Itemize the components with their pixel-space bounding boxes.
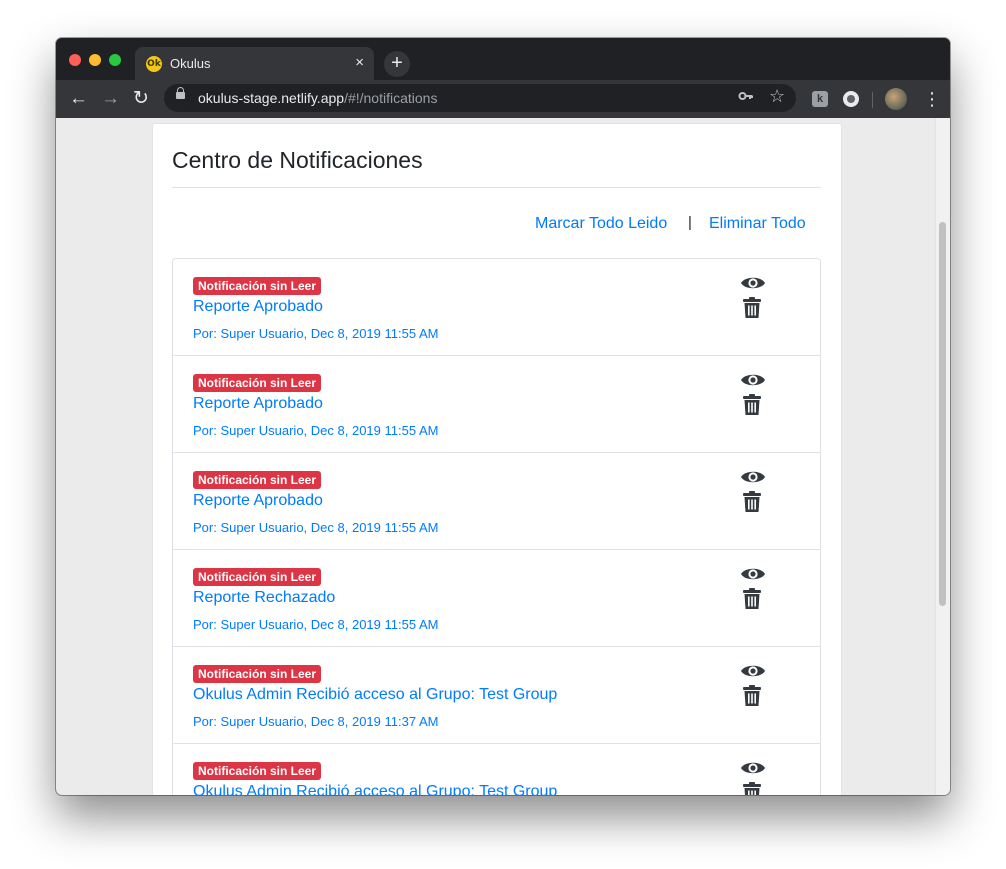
eye-icon[interactable] — [740, 662, 766, 680]
trash-icon[interactable] — [742, 782, 762, 795]
notification-item: Notificación sin Leer Reporte Aprobado P… — [173, 453, 820, 550]
notification-item: Notificación sin Leer Reporte Rechazado … — [173, 550, 820, 647]
eye-icon[interactable] — [740, 371, 766, 389]
notification-list: Notificación sin Leer Reporte Aprobado P… — [172, 258, 821, 795]
new-tab-button[interactable]: + — [384, 51, 410, 77]
notification-item: Notificación sin Leer Okulus Admin Recib… — [173, 744, 820, 795]
tab-title: Okulus — [170, 56, 211, 71]
trash-icon[interactable] — [742, 491, 762, 513]
tab-okulus[interactable]: Ok Okulus × — [135, 47, 374, 80]
eye-icon[interactable] — [740, 759, 766, 777]
trash-icon[interactable] — [742, 394, 762, 416]
back-arrow-icon[interactable]: ← — [69, 88, 88, 110]
page-scrollbar[interactable] — [935, 118, 950, 795]
minimize-window-button[interactable] — [89, 54, 101, 66]
scrollbar-thumb[interactable] — [939, 222, 946, 606]
notification-item: Notificación sin Leer Reporte Aprobado P… — [173, 259, 820, 356]
eye-icon[interactable] — [740, 468, 766, 486]
url-text[interactable]: okulus-stage.netlify.app/#!/notification… — [198, 90, 437, 106]
close-window-button[interactable] — [69, 54, 81, 66]
eye-icon[interactable] — [740, 565, 766, 583]
notification-meta: Por: Super Usuario, Dec 8, 2019 11:55 AM — [193, 520, 439, 535]
notification-title-link[interactable]: Reporte Aprobado — [193, 492, 323, 510]
notification-meta: Por: Super Usuario, Dec 8, 2019 11:55 AM — [193, 617, 439, 632]
page-title: Centro de Notificaciones — [172, 147, 423, 173]
extension-k-icon[interactable]: k — [812, 91, 828, 107]
unread-badge: Notificación sin Leer — [193, 665, 322, 683]
page-viewport: Centro de Notificaciones Marcar Todo Lei… — [56, 118, 950, 795]
reload-icon[interactable]: ↻ — [133, 88, 149, 110]
maximize-window-button[interactable] — [109, 54, 121, 66]
mark-all-read-link[interactable]: Marcar Todo Leido — [535, 215, 667, 233]
notification-meta: Por: Super Usuario, Dec 8, 2019 11:37 AM — [193, 714, 439, 729]
notification-title-link[interactable]: Reporte Aprobado — [193, 298, 323, 316]
actions-separator: | — [688, 214, 692, 231]
okulus-favicon-icon: Ok — [146, 56, 162, 72]
browser-toolbar: ← → ↻ okulus-stage.netlify.app/#!/notifi… — [56, 80, 950, 118]
eye-icon[interactable] — [740, 274, 766, 292]
title-divider — [172, 187, 821, 188]
unread-badge: Notificación sin Leer — [193, 568, 322, 586]
unread-badge: Notificación sin Leer — [193, 762, 322, 780]
trash-icon[interactable] — [742, 588, 762, 610]
notification-meta: Por: Super Usuario, Dec 8, 2019 11:55 AM — [193, 423, 439, 438]
trash-icon[interactable] — [742, 685, 762, 707]
menu-kebab-icon[interactable]: ⋮ — [923, 88, 941, 110]
notification-meta: Por: Super Usuario, Dec 8, 2019 11:55 AM — [193, 326, 439, 341]
notification-title-link[interactable]: Reporte Aprobado — [193, 395, 323, 413]
unread-badge: Notificación sin Leer — [193, 471, 322, 489]
browser-window: Ok Okulus × + ← → ↻ okulus-stage.netlify… — [56, 38, 950, 795]
delete-all-link[interactable]: Eliminar Todo — [709, 215, 806, 233]
notification-title-link[interactable]: Okulus Admin Recibió acceso al Grupo: Te… — [193, 686, 557, 704]
profile-avatar[interactable] — [885, 88, 907, 110]
notification-item: Notificación sin Leer Okulus Admin Recib… — [173, 647, 820, 744]
address-bar[interactable]: okulus-stage.netlify.app/#!/notification… — [164, 84, 796, 112]
tab-strip: Ok Okulus × + — [56, 38, 950, 80]
tab-close-icon[interactable]: × — [355, 54, 364, 72]
url-path: /#!/notifications — [344, 90, 438, 106]
notification-title-link[interactable]: Okulus Admin Recibió acceso al Grupo: Te… — [193, 783, 557, 795]
trash-icon[interactable] — [742, 297, 762, 319]
lock-icon — [176, 87, 185, 99]
notification-item: Notificación sin Leer Reporte Aprobado P… — [173, 356, 820, 453]
key-icon[interactable] — [738, 88, 754, 109]
notification-title-link[interactable]: Reporte Rechazado — [193, 589, 335, 607]
extension-circle-icon[interactable] — [843, 91, 859, 107]
url-host: okulus-stage.netlify.app — [198, 90, 345, 106]
forward-arrow-icon[interactable]: → — [101, 88, 120, 110]
bookmark-star-icon[interactable]: ☆ — [769, 86, 785, 107]
unread-badge: Notificación sin Leer — [193, 374, 322, 392]
toolbar-divider — [872, 92, 873, 108]
notifications-card: Centro de Notificaciones Marcar Todo Lei… — [152, 123, 842, 795]
unread-badge: Notificación sin Leer — [193, 277, 322, 295]
